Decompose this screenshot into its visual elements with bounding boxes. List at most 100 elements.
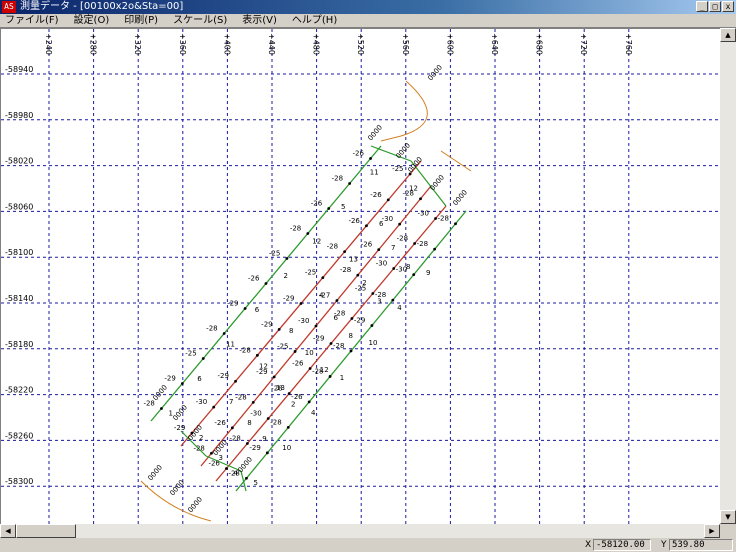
- x-coord-label: X: [585, 540, 592, 550]
- survey-plot[interactable]: +240 +280 +320 +360 +400 +440 +480 +520 +560 +600…: [1, 29, 720, 524]
- station-number: 13: [276, 384, 285, 392]
- point-label: -26: [311, 200, 323, 208]
- point-label: -30: [250, 410, 261, 418]
- station-number: 3: [377, 297, 381, 305]
- survey-point: [327, 207, 331, 210]
- station-number: 6: [334, 314, 339, 322]
- x-coord-value: -58120.00: [593, 539, 651, 551]
- survey-point: [419, 197, 422, 201]
- vertical-scrollbar[interactable]: ▲ ▼: [720, 28, 736, 524]
- horizontal-scroll-thumb[interactable]: [16, 524, 76, 538]
- station-number: 9: [426, 269, 430, 277]
- survey-point: [454, 222, 457, 226]
- menu-print[interactable]: 印刷(P): [119, 14, 168, 28]
- scroll-right-button[interactable]: ▶: [704, 524, 720, 538]
- station-number: 10: [282, 444, 291, 452]
- menu-help[interactable]: ヘルプ(H): [287, 14, 347, 28]
- point-label: -28: [143, 400, 154, 408]
- point-label: -26: [348, 217, 360, 225]
- point-label: -26: [292, 360, 304, 368]
- survey-point: [251, 400, 255, 404]
- survey-point: [308, 367, 312, 370]
- boundary-curve: [440, 150, 472, 172]
- station-number: 2: [362, 279, 366, 287]
- survey-point: [299, 302, 303, 305]
- survey-point: [412, 273, 416, 277]
- point-label: -29: [313, 335, 324, 343]
- menu-file[interactable]: ファイル(F): [0, 14, 69, 28]
- survey-point: [287, 392, 291, 395]
- survey-point: [434, 217, 437, 220]
- survey-point: [321, 276, 325, 279]
- point-label: -26: [361, 241, 373, 249]
- y-tick-label: -58220: [5, 386, 33, 395]
- scroll-down-button[interactable]: ▼: [720, 510, 736, 524]
- survey-point: [245, 476, 248, 480]
- survey-point: [286, 425, 290, 429]
- box-label: 0000: [426, 63, 444, 82]
- y-tick-label: -58140: [5, 294, 33, 303]
- scroll-left-button[interactable]: ◀: [0, 524, 16, 538]
- station-number: 6: [255, 306, 260, 314]
- station-number: 4: [319, 291, 324, 299]
- scrollbar-corner: [720, 524, 736, 538]
- station-number: 1: [340, 374, 344, 382]
- y-tick-label: -58060: [5, 202, 33, 211]
- survey-point: [243, 307, 247, 310]
- station-number: 6: [379, 220, 384, 228]
- station-number: 10: [369, 339, 378, 347]
- box-label: 0000: [151, 383, 169, 402]
- survey-point: [370, 324, 374, 327]
- point-label: -28: [239, 346, 250, 354]
- x-tick-label: +600: [445, 33, 454, 55]
- survey-point: [433, 247, 437, 251]
- title-bar: AS 測量データ - [00100x2o&Sta=00] _ □ x: [0, 0, 736, 14]
- box-label: 0000: [366, 123, 384, 142]
- x-tick-label: +760: [624, 33, 633, 55]
- box-label: 0000: [428, 173, 446, 192]
- point-label: -28: [290, 225, 301, 233]
- box-label: 0000: [451, 188, 469, 207]
- station-number: 2: [199, 434, 203, 442]
- y-tick-label: -58940: [5, 65, 33, 74]
- window-title: 測量データ - [00100x2o&Sta=00]: [20, 1, 184, 12]
- point-label: -25: [277, 342, 288, 350]
- station-number: 11: [370, 169, 379, 177]
- point-label: -28: [206, 325, 217, 333]
- station-number: 2: [291, 401, 295, 409]
- x-tick-label: +520: [356, 33, 365, 55]
- close-button[interactable]: x: [722, 1, 734, 12]
- scroll-up-button[interactable]: ▲: [720, 28, 736, 42]
- point-label: -28: [193, 444, 204, 452]
- station-number: 12: [409, 184, 418, 192]
- menu-settings[interactable]: 設定(O): [69, 14, 120, 28]
- y-tick-label: -58260: [5, 431, 33, 440]
- x-tick-label: +280: [89, 33, 98, 55]
- point-label: -29: [164, 375, 175, 383]
- survey-point: [350, 317, 354, 320]
- station-number: 11: [226, 341, 235, 349]
- x-tick-label: +640: [490, 33, 499, 55]
- menu-view[interactable]: 表示(V): [237, 14, 287, 28]
- survey-point: [335, 299, 339, 302]
- survey-point: [329, 342, 333, 345]
- survey-point: [212, 405, 216, 409]
- survey-point: [264, 282, 268, 285]
- y-tick-label: -58020: [5, 157, 33, 166]
- point-label: -29: [174, 424, 185, 432]
- survey-point: [314, 324, 318, 328]
- station-number: 4: [311, 409, 316, 417]
- menu-scale[interactable]: スケール(S): [168, 14, 237, 28]
- point-label: -30: [418, 210, 429, 218]
- survey-point: [225, 467, 228, 470]
- maximize-button[interactable]: □: [709, 1, 721, 12]
- survey-point: [349, 349, 353, 353]
- station-number: 4: [397, 304, 402, 312]
- plot-canvas[interactable]: +240 +280 +320 +360 +400 +440 +480 +520 +560 +600…: [0, 28, 720, 524]
- point-label: -29: [227, 300, 238, 308]
- box-label: 0000: [186, 495, 204, 514]
- survey-point: [369, 157, 372, 160]
- horizontal-scrollbar[interactable]: ◀ ▶: [0, 524, 720, 538]
- minimize-button[interactable]: _: [696, 1, 708, 12]
- box-label: 0000: [146, 463, 164, 482]
